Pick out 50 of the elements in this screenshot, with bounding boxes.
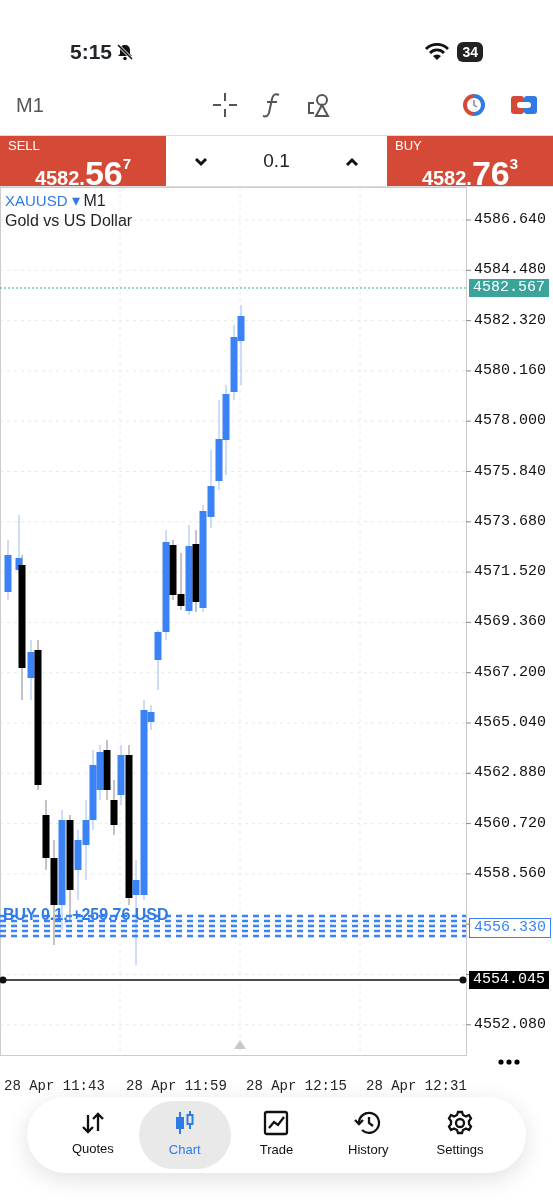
- timeframe-label: M1: [83, 191, 106, 211]
- more-icon[interactable]: [498, 1058, 520, 1065]
- nav-tab[interactable]: Quotes: [47, 1101, 139, 1169]
- price-axis-label: 4582.320: [474, 311, 546, 330]
- price-axis-label: 4562.880: [474, 764, 546, 783]
- arrows-icon: [79, 1111, 106, 1136]
- price-axis-label: 4552.080: [474, 1015, 546, 1034]
- nav-tab[interactable]: Chart: [138, 1101, 231, 1169]
- price-axis-label: 4558.560: [474, 864, 546, 883]
- time-axis-label: 28 Apr 12:31: [366, 1077, 467, 1096]
- candlestick: [4, 539, 12, 601]
- price-axis-label: 4580.160: [474, 361, 546, 380]
- crosshair-icon[interactable]: [212, 92, 239, 118]
- one-click-trading-icon[interactable]: [511, 95, 537, 115]
- symbol-description: Gold vs US Dollar: [5, 211, 133, 231]
- nav-tab[interactable]: Trade: [230, 1101, 323, 1169]
- price-axis-label: 4560.720: [474, 814, 546, 833]
- price-axis-label: 4573.680: [474, 512, 546, 531]
- time-axis-label: 28 Apr 11:43: [4, 1077, 105, 1096]
- price-axis-label: 4578.000: [474, 412, 546, 431]
- nav-tab[interactable]: History: [322, 1101, 415, 1169]
- time-axis-label: 28 Apr 12:15: [246, 1077, 347, 1096]
- timeframe-button[interactable]: M1: [16, 90, 44, 120]
- price-axis-label: 4575.840: [474, 462, 546, 481]
- bell-slash-icon: [116, 42, 135, 61]
- price-tag: 4582.567: [469, 279, 549, 297]
- clock-icon[interactable]: [461, 92, 487, 118]
- price-tag: 4554.045: [469, 971, 549, 989]
- shift-marker-icon[interactable]: [234, 1040, 246, 1049]
- chevron-up-icon: [345, 156, 359, 167]
- dropdown-arrow[interactable]: ▾: [71, 191, 80, 211]
- price-axis-label: 4569.360: [474, 613, 546, 632]
- price-tag: 4556.330: [469, 918, 551, 938]
- symbol-label[interactable]: XAUUSD: [5, 191, 68, 211]
- time-axis-label: 28 Apr 11:59: [126, 1077, 227, 1096]
- battery-indicator: 34: [457, 41, 483, 62]
- price-axis-label: 4584.480: [474, 261, 546, 280]
- volume-field[interactable]: 0.1: [263, 146, 290, 176]
- price-axis-label: 4586.640: [474, 211, 546, 229]
- order-label: BUY 0.1, +259.76 USD: [3, 905, 169, 925]
- chevron-down-icon: [194, 156, 208, 167]
- line-chart-icon: [263, 1110, 290, 1137]
- price-axis-label: 4571.520: [474, 563, 546, 582]
- price-axis-label: 4565.040: [474, 714, 546, 732]
- settings-icon: [447, 1110, 474, 1137]
- price-axis-label: 4567.200: [474, 663, 546, 682]
- wifi-icon: [425, 42, 450, 61]
- clock-time: 5:15: [70, 38, 113, 65]
- nav-tab[interactable]: Settings: [414, 1101, 506, 1169]
- history-icon: [354, 1110, 383, 1137]
